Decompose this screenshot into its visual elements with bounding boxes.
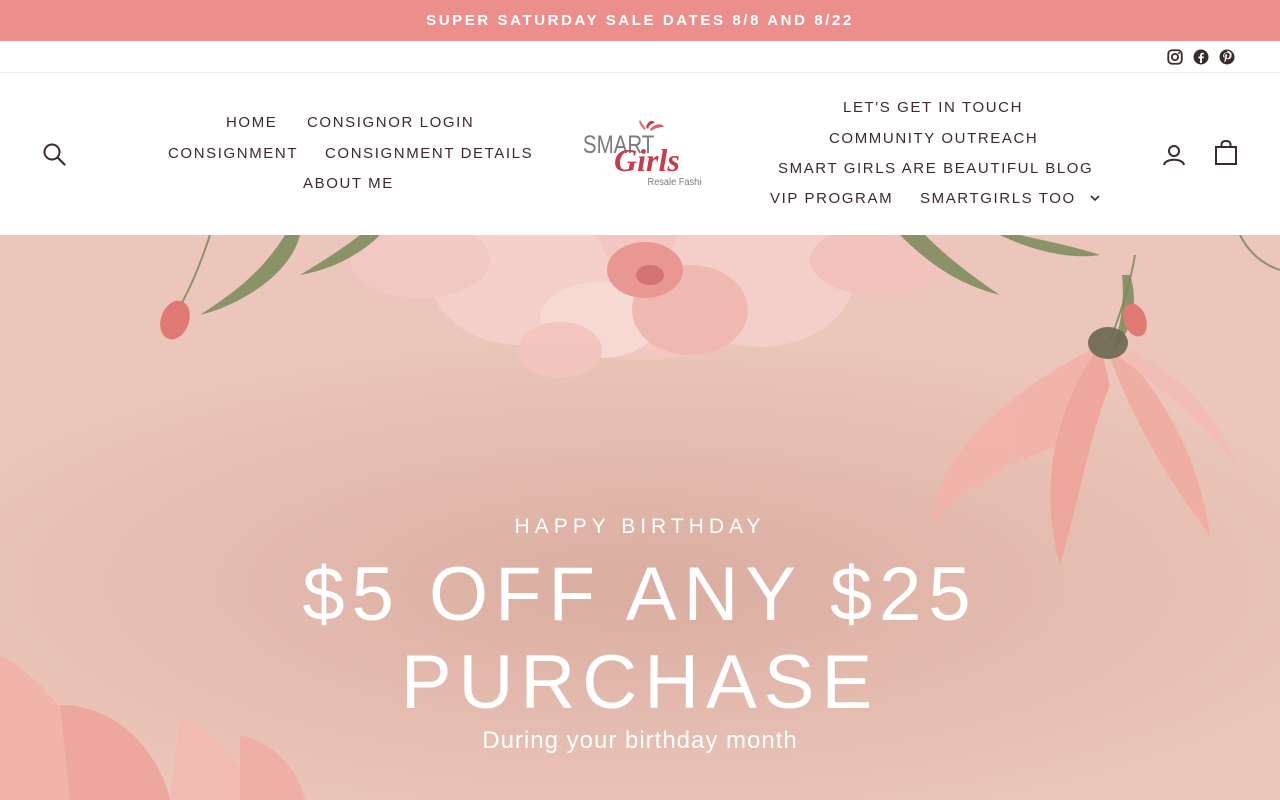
announcement-bar[interactable]: SUPER SATURDAY SALE DATES 8/8 AND 8/22 [0, 0, 1280, 41]
hero-banner[interactable]: HAPPY BIRTHDAY $5 OFF ANY $25 PURCHASE D… [0, 235, 1280, 800]
nav-community-outreach[interactable]: COMMUNITY OUTREACH [829, 130, 1038, 147]
nav-smartgirls-too[interactable]: SMARTGIRLS TOO [920, 190, 1100, 207]
logo-text-girls: Girls [614, 142, 680, 178]
utility-bar [0, 41, 1280, 73]
nav-consignment-details[interactable]: CONSIGNMENT DETAILS [325, 145, 533, 162]
nav-home[interactable]: HOME [226, 114, 277, 131]
hero-kicker: HAPPY BIRTHDAY [514, 515, 766, 538]
site-header: HOME CONSIGNOR LOGIN CONSIGNMENT CONSIGN… [0, 73, 1280, 235]
nav-get-in-touch[interactable]: LET'S GET IN TOUCH [843, 99, 1023, 116]
nav-smartgirls-too-label: SMARTGIRLS TOO [920, 190, 1076, 207]
announcement-text: SUPER SATURDAY SALE DATES 8/8 AND 8/22 [426, 12, 854, 29]
logo-graphic: SMART Girls Resale Fashion [583, 120, 712, 189]
site-logo[interactable]: SMART Girls Resale Fashion [578, 117, 712, 193]
search-icon[interactable] [42, 142, 66, 166]
nav-consignor-login[interactable]: CONSIGNOR LOGIN [307, 114, 474, 131]
social-links [1166, 48, 1236, 66]
instagram-icon[interactable] [1166, 48, 1184, 66]
nav-about-me[interactable]: ABOUT ME [303, 175, 394, 192]
chevron-down-icon [1089, 195, 1100, 202]
hero-headline-line1: $5 OFF ANY $25 [302, 552, 978, 637]
nav-blog[interactable]: SMART GIRLS ARE BEAUTIFUL BLOG [778, 160, 1093, 177]
bag-icon[interactable] [1214, 140, 1238, 166]
hero-headline-line2: PURCHASE [400, 640, 880, 725]
nav-vip-program[interactable]: VIP PROGRAM [770, 190, 893, 207]
hero-subtext: During your birthday month [482, 727, 798, 754]
logo-text-resale: Resale Fashion [648, 177, 702, 189]
nav-consignment[interactable]: CONSIGNMENT [168, 145, 298, 162]
facebook-icon[interactable] [1192, 48, 1210, 66]
user-icon[interactable] [1162, 143, 1186, 167]
pinterest-icon[interactable] [1218, 48, 1236, 66]
hero-headline: $5 OFF ANY $25 PURCHASE [0, 551, 1280, 727]
